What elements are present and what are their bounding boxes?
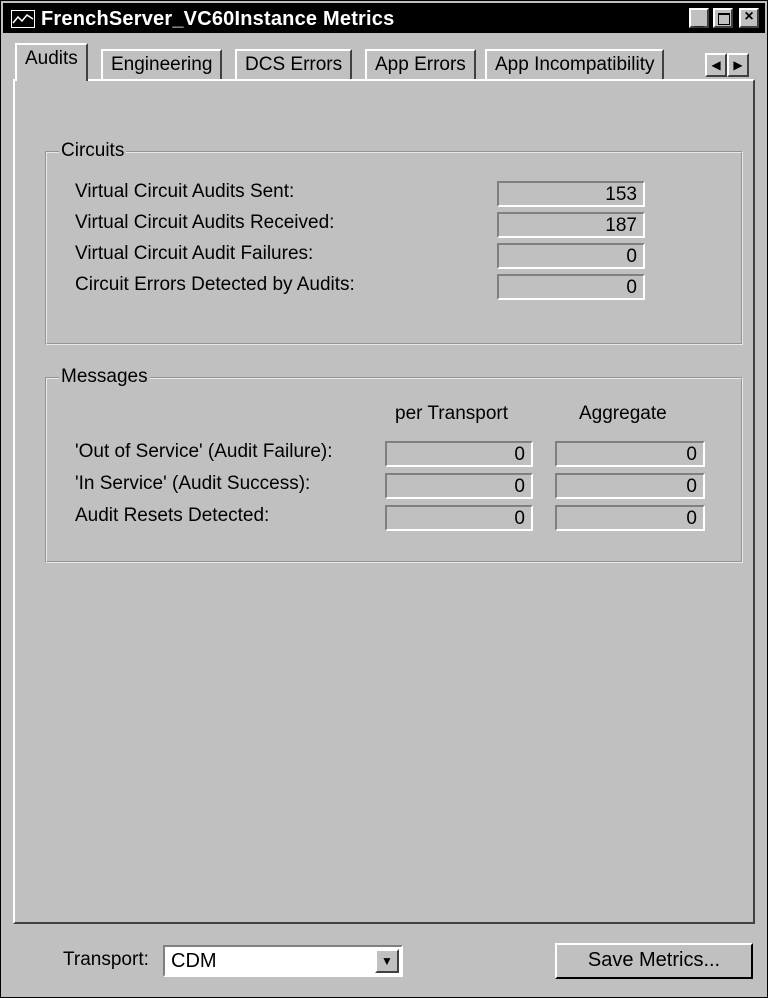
tab-engineering[interactable]: Engineering [101,49,223,79]
transport-select[interactable]: CDM ▼ [163,945,403,977]
circuit-label: Virtual Circuit Audits Received: [75,212,335,233]
metrics-window: FrenchServer_VC60Instance Metrics _ × Au… [0,0,768,998]
save-metrics-button[interactable]: Save Metrics... [555,943,753,979]
tab-scroll-right-icon[interactable]: ▶ [727,53,749,77]
per-transport-value: 0 [385,473,533,499]
tab-dcs-errors[interactable]: DCS Errors [235,49,353,79]
message-label: 'Out of Service' (Audit Failure): [75,441,333,462]
aggregate-value: 0 [555,441,705,467]
message-label: 'In Service' (Audit Success): [75,473,311,494]
messages-group-title: Messages [59,366,150,388]
circuits-group: Circuits Virtual Circuit Audits Sent: 15… [45,140,743,345]
chevron-down-icon[interactable]: ▼ [375,949,399,973]
tab-app-errors[interactable]: App Errors [365,49,476,79]
tab-scroll-left-icon[interactable]: ◀ [705,53,727,77]
audits-panel: Circuits Virtual Circuit Audits Sent: 15… [13,79,755,924]
column-header-per-transport: per Transport [395,403,508,424]
close-icon: × [744,8,754,25]
circuit-value: 0 [497,243,645,269]
tab-strip: Audits Engineering DCS Errors App Errors… [15,41,755,81]
metrics-chart-icon [11,10,35,28]
window-title: FrenchServer_VC60Instance Metrics [41,8,395,30]
transport-selected-value: CDM [171,950,217,972]
column-header-aggregate: Aggregate [579,403,667,424]
close-button[interactable]: × [739,8,759,28]
circuit-label: Circuit Errors Detected by Audits: [75,274,355,295]
tab-app-incompatibility[interactable]: App Incompatibility [485,49,665,79]
circuit-label: Virtual Circuit Audits Sent: [75,181,295,202]
aggregate-value: 0 [555,505,705,531]
per-transport-value: 0 [385,505,533,531]
aggregate-value: 0 [555,473,705,499]
messages-group: Messages per Transport Aggregate 'Out of… [45,366,743,563]
circuit-value: 0 [497,274,645,300]
maximize-button[interactable] [713,8,733,28]
circuit-label: Virtual Circuit Audit Failures: [75,243,314,264]
circuits-group-title: Circuits [59,140,127,162]
minimize-button[interactable]: _ [689,8,709,29]
per-transport-value: 0 [385,441,533,467]
circuit-value: 153 [497,181,645,207]
message-label: Audit Resets Detected: [75,505,270,526]
minimize-icon: _ [694,12,704,29]
transport-label: Transport: [63,949,149,970]
tab-audits[interactable]: Audits [15,43,88,81]
bottom-bar: Transport: CDM ▼ Save Metrics... [3,931,765,995]
title-bar[interactable]: FrenchServer_VC60Instance Metrics _ × [3,3,765,33]
circuit-value: 187 [497,212,645,238]
maximize-icon [718,13,730,25]
